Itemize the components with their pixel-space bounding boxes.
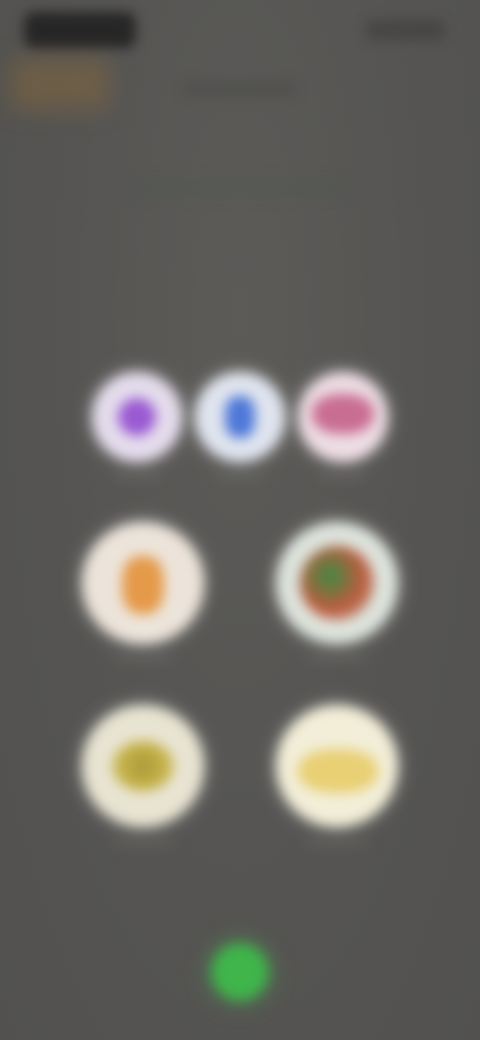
option-label xyxy=(318,474,368,480)
blurred-content xyxy=(0,0,480,1040)
header-title xyxy=(185,82,295,96)
option-button-salad[interactable] xyxy=(276,522,398,644)
option-label xyxy=(307,840,367,846)
option-button-pastry[interactable] xyxy=(276,705,398,827)
salad-icon xyxy=(300,546,374,620)
option-button-orange-food[interactable] xyxy=(82,522,204,644)
status-icons xyxy=(366,20,444,40)
header-subtitle xyxy=(130,180,350,196)
yellow-food-icon xyxy=(112,741,174,791)
option-label xyxy=(113,840,173,846)
pastry-icon xyxy=(298,749,378,793)
notification-badge xyxy=(10,58,110,110)
blue-circle-icon xyxy=(225,396,255,438)
option-button-purple[interactable] xyxy=(92,372,182,462)
orange-food-icon xyxy=(122,556,164,614)
phone-screen xyxy=(0,0,480,1040)
option-button-pink[interactable] xyxy=(298,372,388,462)
option-label xyxy=(215,474,265,480)
status-bar xyxy=(0,0,480,60)
pink-circle-icon xyxy=(312,394,374,434)
purple-circle-icon xyxy=(118,398,156,436)
option-label xyxy=(113,656,173,662)
option-button-yellow-food[interactable] xyxy=(82,705,204,827)
option-label xyxy=(112,474,162,480)
call-button[interactable] xyxy=(212,944,268,1000)
option-label xyxy=(307,656,367,662)
option-button-blue[interactable] xyxy=(195,372,285,462)
status-time-block xyxy=(24,12,136,48)
